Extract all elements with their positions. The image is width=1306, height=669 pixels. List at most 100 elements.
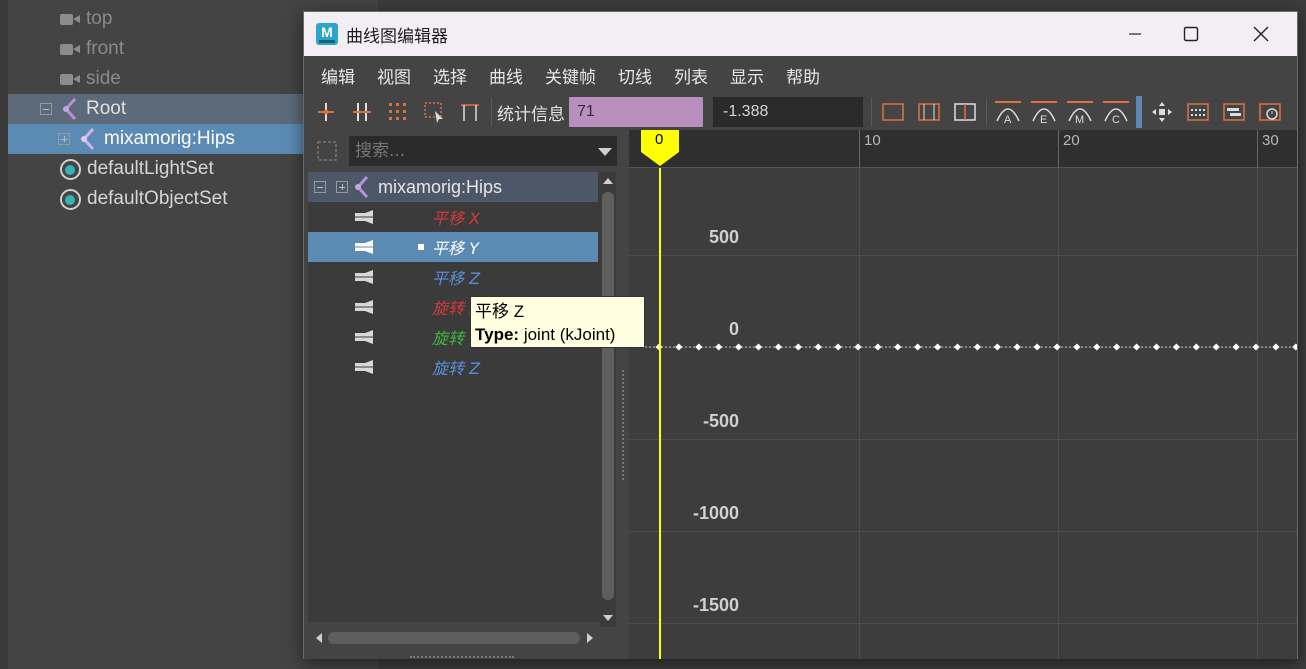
- outliner-item-root[interactable]: Root: [8, 94, 303, 124]
- keyframe-point: [854, 343, 862, 351]
- key-icon: [354, 360, 374, 374]
- trax-editor-icon[interactable]: [1220, 98, 1248, 126]
- time-editor-icon[interactable]: [1256, 98, 1284, 126]
- outliner-item-side[interactable]: side: [8, 64, 303, 94]
- stats-label: 统计信息: [497, 104, 565, 125]
- menu-show[interactable]: 显示: [719, 63, 775, 88]
- menu-bar: 编辑 视图 选择 曲线 关键帧 切线 列表 显示 帮助: [304, 56, 1297, 94]
- chevron-down-icon[interactable]: [598, 148, 612, 156]
- outliner-item-label: mixamorig:Hips: [104, 128, 235, 149]
- keyframe-point: [1013, 343, 1021, 351]
- graph-view[interactable]: 10 20 30 500 0 -500 -1000 -1500 0: [629, 130, 1297, 659]
- lattice-deform-icon[interactable]: [384, 98, 412, 126]
- list-item-node[interactable]: mixamorig:Hips: [308, 172, 598, 202]
- list-item-rotate-z[interactable]: 旋转 Z: [308, 352, 598, 382]
- keyframe-point: [914, 343, 922, 351]
- scroll-down-icon: [603, 615, 613, 621]
- key-icon: [354, 240, 374, 254]
- frame-field[interactable]: 71: [569, 97, 703, 127]
- horizontal-scrollbar[interactable]: [312, 630, 597, 646]
- list-item-translate-x[interactable]: 平移 X: [308, 202, 598, 232]
- svg-text:C: C: [1112, 114, 1120, 125]
- search-input[interactable]: [349, 136, 617, 166]
- svg-text:E: E: [1040, 114, 1047, 125]
- collapse-icon[interactable]: [314, 181, 326, 193]
- keyframe-point: [973, 343, 981, 351]
- panel-splitter[interactable]: [622, 370, 624, 480]
- tooltip-type-label: Type:: [475, 325, 520, 344]
- scrollbar-thumb[interactable]: [602, 192, 614, 600]
- insert-key-tool-icon[interactable]: [348, 98, 376, 126]
- scrollbar-thumb[interactable]: [328, 632, 580, 644]
- expand-icon[interactable]: [336, 181, 348, 193]
- keyframe-point: [715, 343, 723, 351]
- desktop: top front side Root mixamorig:Hips defau…: [0, 0, 1306, 669]
- linear-tangent-icon[interactable]: C: [1102, 98, 1130, 126]
- maximize-icon: [1183, 26, 1199, 42]
- list-item-translate-y[interactable]: 平移 Y: [308, 232, 598, 262]
- window-title: 曲线图编辑器: [346, 26, 448, 47]
- outliner-item-hips[interactable]: mixamorig:Hips: [8, 124, 303, 154]
- title-bar[interactable]: M 曲线图编辑器: [304, 12, 1297, 56]
- close-button[interactable]: [1238, 12, 1284, 56]
- menu-edit[interactable]: 编辑: [310, 63, 366, 88]
- region-select-icon[interactable]: [420, 98, 448, 126]
- outliner-scrollbar[interactable]: [0, 0, 8, 669]
- keyframe-point: [675, 343, 683, 351]
- resize-grip[interactable]: [410, 656, 514, 658]
- keyframe-point: [1133, 343, 1141, 351]
- toolbar-separator: [871, 98, 872, 126]
- retime-tool-icon[interactable]: [456, 98, 484, 126]
- menu-help[interactable]: 帮助: [775, 63, 831, 88]
- keyframe-point: [1113, 343, 1121, 351]
- keyframe-point: [1152, 343, 1161, 351]
- graph-editor-window: M 曲线图编辑器 编辑 视图 选择 曲线 关键帧 切线 列表 显示 帮助 统计信…: [303, 11, 1298, 659]
- value-field[interactable]: -1.388: [713, 97, 863, 127]
- key-icon: [354, 210, 374, 224]
- graph-editor-view-icon[interactable]: [879, 98, 907, 126]
- menu-view[interactable]: 视图: [366, 63, 422, 88]
- outliner-item-defaultlightset[interactable]: defaultLightSet: [8, 154, 303, 184]
- split-view-icon[interactable]: [951, 98, 979, 126]
- expand-icon[interactable]: [58, 133, 70, 145]
- channel-list: mixamorig:Hips 平移 X 平移 Y 平移 Z 旋转 X 旋转 Y …: [308, 172, 600, 622]
- collapse-icon[interactable]: [40, 103, 52, 115]
- list-item-translate-z[interactable]: 平移 Z: [308, 262, 598, 292]
- attribute-label: 平移 Z: [432, 269, 481, 288]
- time-cursor-line[interactable]: [659, 168, 661, 659]
- toolbar-overflow-handle[interactable]: [1136, 96, 1142, 128]
- dope-sheet-view-icon[interactable]: [915, 98, 943, 126]
- scroll-up-icon: [603, 178, 613, 184]
- attribute-label: 旋转 Z: [432, 359, 481, 378]
- keyframe-point: [834, 343, 842, 351]
- auto-tangent-icon[interactable]: A: [994, 98, 1022, 126]
- vertical-scrollbar[interactable]: [600, 172, 616, 627]
- keyframe-point: [953, 343, 962, 351]
- keyframe-point: [1232, 343, 1240, 351]
- keyframe-point: [754, 343, 763, 351]
- search-row: [312, 136, 618, 166]
- spline-tangent-icon[interactable]: E: [1030, 98, 1058, 126]
- clamped-tangent-icon[interactable]: M: [1066, 98, 1094, 126]
- maximize-button[interactable]: [1168, 12, 1214, 56]
- minimize-button[interactable]: [1112, 12, 1158, 56]
- animation-curve[interactable]: [629, 130, 1297, 659]
- outliner-item-front[interactable]: front: [8, 34, 303, 64]
- timeline-icon[interactable]: [1184, 98, 1212, 126]
- menu-list[interactable]: 列表: [663, 63, 719, 88]
- menu-keys[interactable]: 关键帧: [534, 63, 607, 88]
- outliner-item-top[interactable]: top: [8, 4, 303, 34]
- move-key-tool-icon[interactable]: [312, 98, 340, 126]
- menu-tangents[interactable]: 切线: [607, 63, 663, 88]
- filter-icon[interactable]: [312, 136, 342, 166]
- frame-all-icon[interactable]: [1148, 98, 1176, 126]
- menu-select[interactable]: 选择: [422, 63, 478, 88]
- toolbar-separator: [986, 98, 987, 126]
- keyframe-point: [774, 343, 782, 351]
- outliner-item-label: top: [86, 8, 113, 29]
- key-icon: [354, 300, 374, 314]
- keyframe-point: [1073, 343, 1081, 351]
- menu-curves[interactable]: 曲线: [478, 63, 534, 88]
- time-cursor-marker[interactable]: 0: [641, 130, 679, 168]
- outliner-item-defaultobjectset[interactable]: defaultObjectSet: [8, 184, 303, 214]
